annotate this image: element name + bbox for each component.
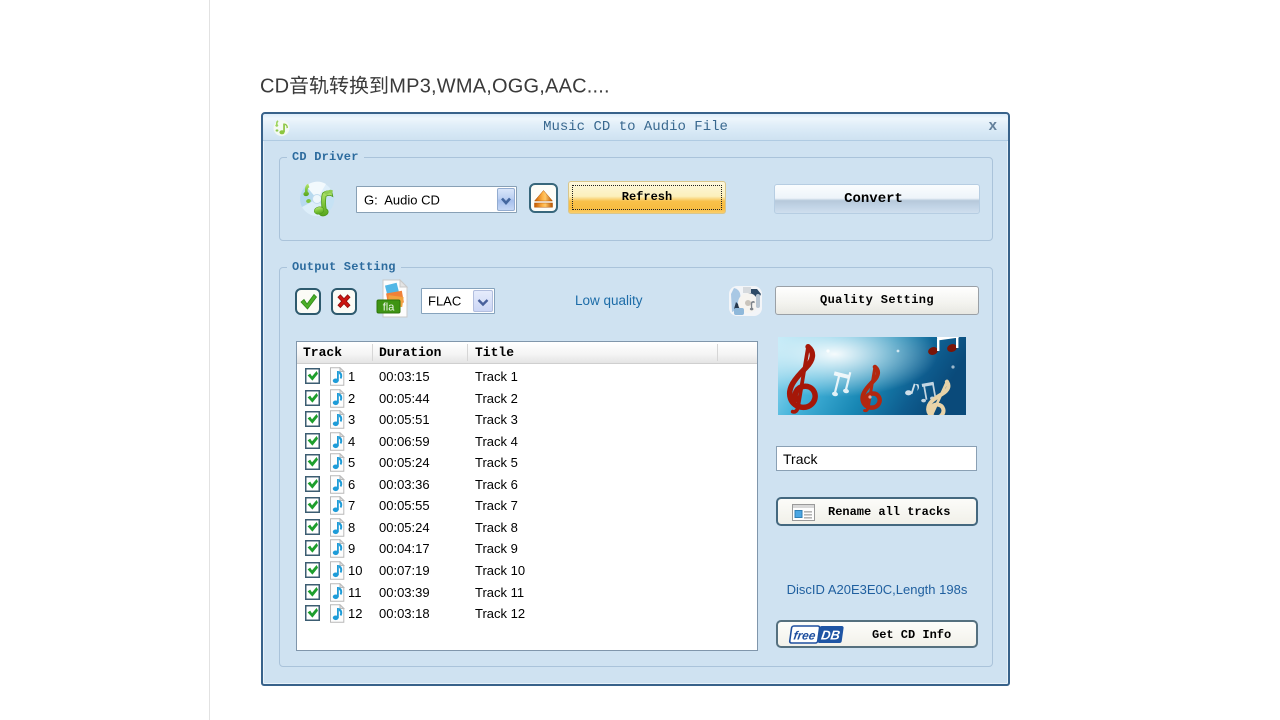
svg-text:fla: fla [383,302,396,314]
svg-text:free: free [793,629,817,643]
svg-text:DB: DB [820,628,841,643]
